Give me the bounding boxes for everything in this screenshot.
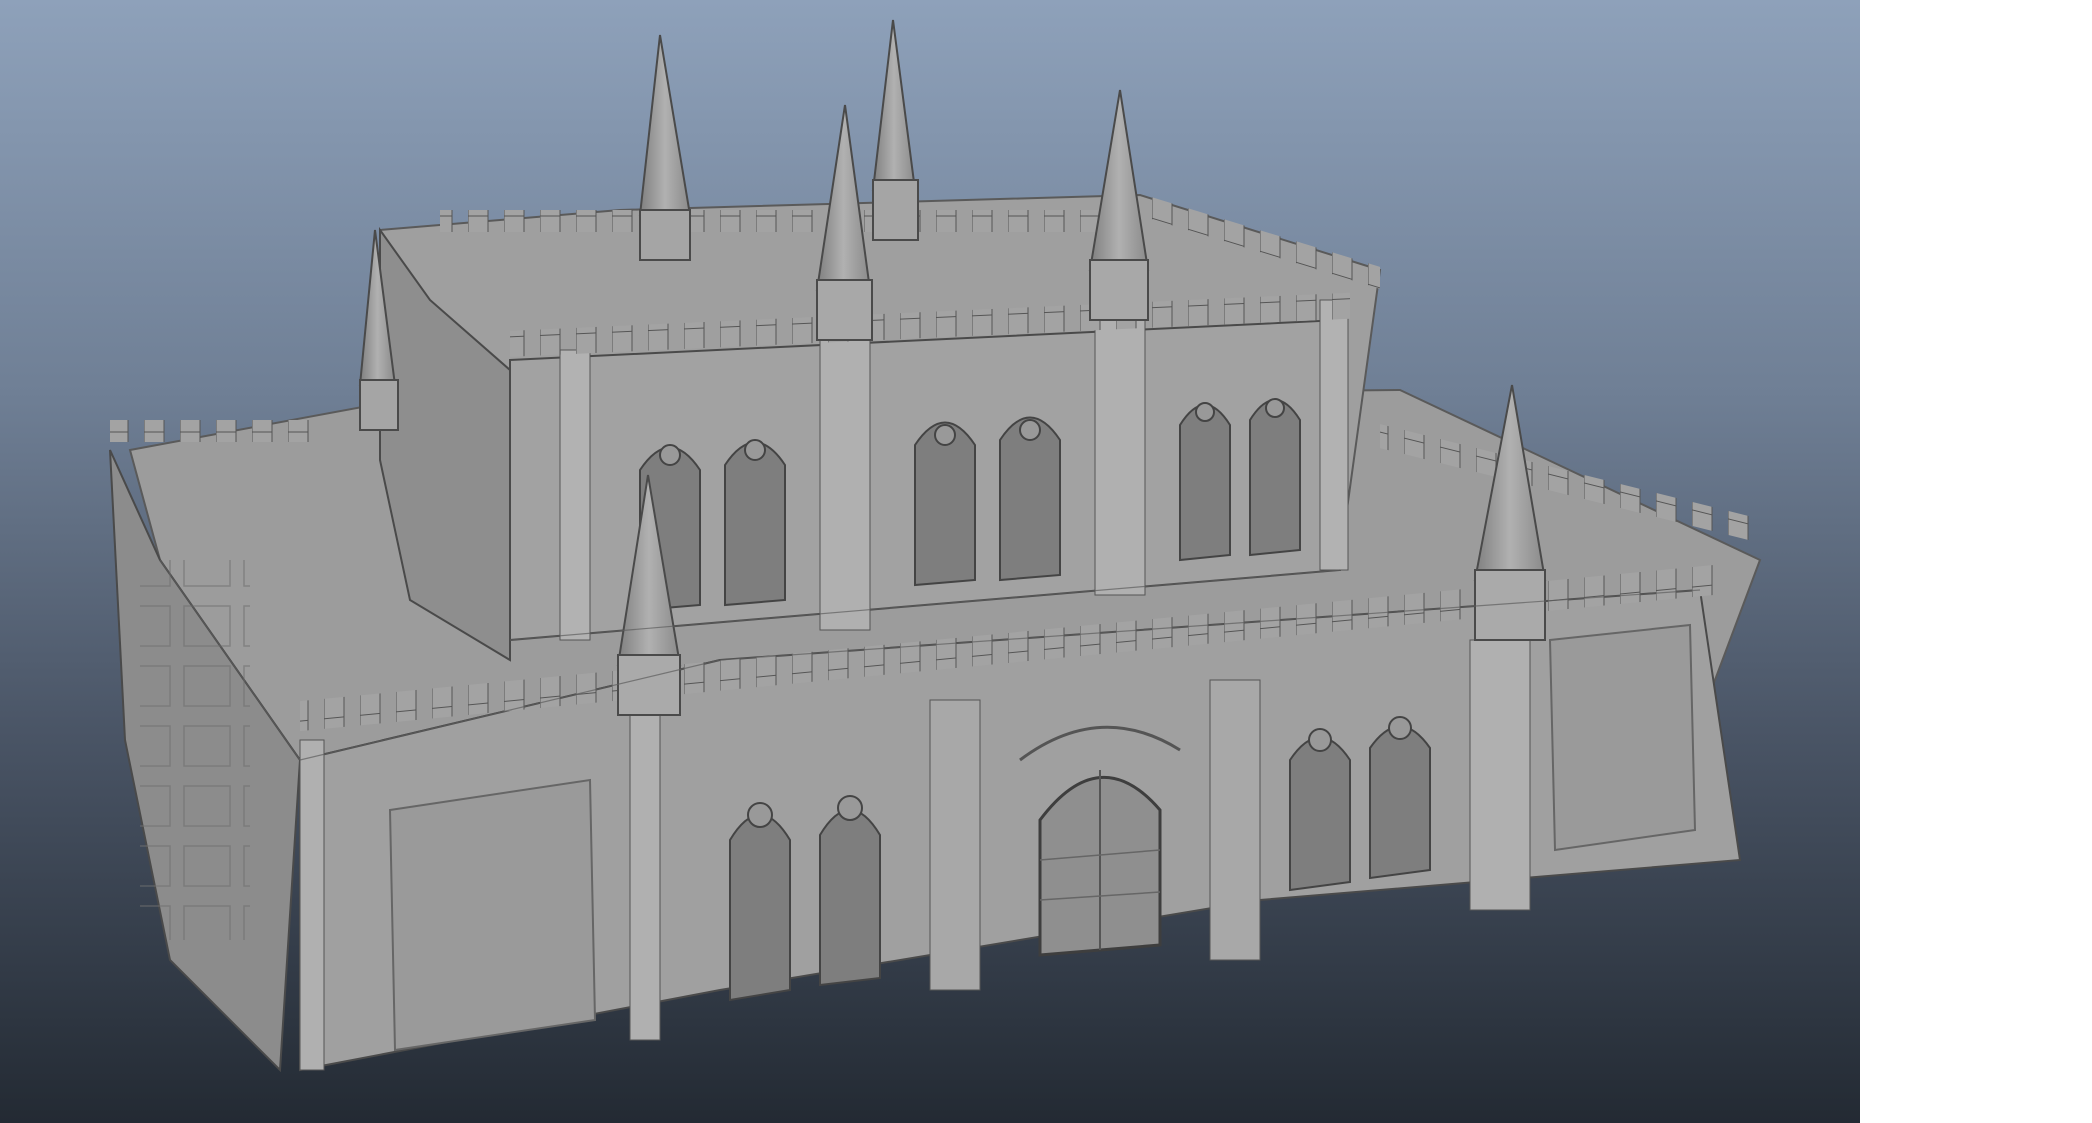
front-left-panel	[388, 778, 597, 1052]
3d-viewport[interactable]	[0, 0, 1860, 1123]
blank-margin	[1860, 0, 2092, 1123]
spire-back-left	[638, 34, 692, 261]
front-right-panel	[1548, 623, 1697, 852]
spire-back-center	[871, 19, 919, 241]
cathedral-model-scene[interactable]	[0, 0, 1860, 1123]
